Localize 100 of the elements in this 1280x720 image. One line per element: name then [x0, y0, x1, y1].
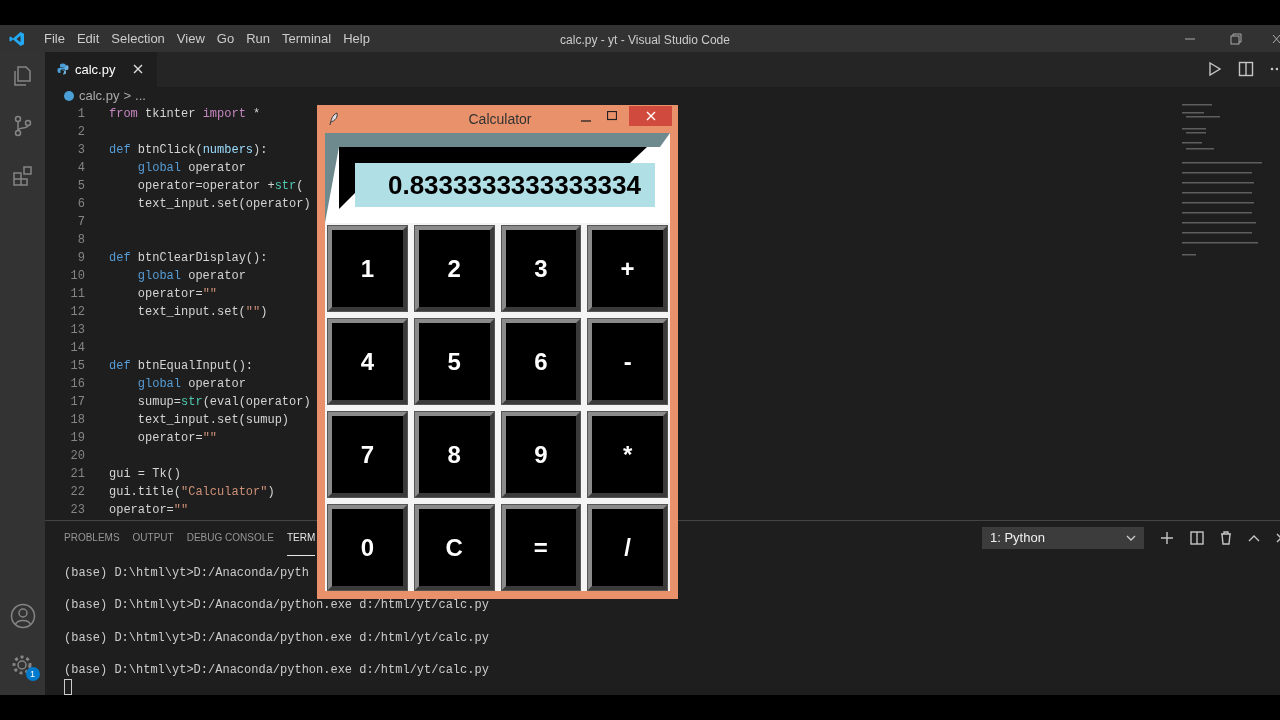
line-number: 23	[69, 501, 85, 519]
line-number: 15	[69, 357, 85, 375]
terminal-line: (base) D:\html\yt>D:/Anaconda/python.exe d:/html/yt/calc.py	[64, 629, 490, 647]
window-title: calc.py - yt - Visual Studio Code	[559, 32, 731, 49]
terminal-select[interactable]: 1: Python	[982, 527, 1144, 549]
calculator-key[interactable]: 5	[414, 319, 494, 404]
menu-item[interactable]: File	[39, 28, 70, 49]
split-editor-icon[interactable]	[1238, 61, 1254, 78]
code-line: text_input.set("")	[136, 303, 268, 321]
code-line: global operator	[136, 375, 246, 393]
code-line: operator=""	[109, 501, 189, 519]
panel-tab[interactable]: PROBLEMS	[64, 520, 120, 556]
line-number: 20	[69, 447, 85, 465]
close-icon[interactable]	[1272, 32, 1280, 45]
calculator-key[interactable]: 3	[501, 226, 581, 311]
calculator-key[interactable]: 2	[414, 226, 494, 311]
menu-item[interactable]: Run	[241, 28, 275, 49]
line-number: 5	[76, 177, 85, 195]
python-file-icon	[63, 89, 75, 102]
code-line: sumup=str(eval(operator)	[136, 393, 311, 411]
line-number: 9	[76, 249, 85, 267]
line-number: 16	[69, 375, 85, 393]
editor-tab[interactable]: calc.py	[45, 52, 157, 87]
chevron-down-icon	[1126, 535, 1136, 541]
account-icon[interactable]	[9, 603, 36, 629]
breadcrumb-item[interactable]: ...	[135, 86, 146, 106]
code-line: def btnClearDisplay():	[109, 249, 268, 267]
terminal-line: (base) D:\html\yt>D:/Anaconda/python.exe d:/html/yt/calc.py	[64, 597, 490, 614]
app-logo-icon	[9, 30, 25, 47]
menu-item[interactable]: Go	[211, 28, 240, 49]
line-number: 8	[76, 231, 85, 249]
line-number: 11	[69, 285, 85, 303]
menu-item[interactable]: Terminal	[277, 28, 337, 49]
display-field: 0.8333333333333334	[355, 163, 655, 207]
line-number: 22	[69, 483, 85, 501]
menu-item[interactable]: Edit	[71, 28, 105, 49]
line-number: 3	[76, 141, 85, 159]
code-line: gui.title("Calculator")	[109, 483, 275, 501]
trash-icon[interactable]	[1220, 531, 1232, 545]
calculator-key[interactable]: /	[588, 505, 667, 590]
line-number: 10	[69, 267, 85, 285]
maximize-icon[interactable]	[607, 111, 617, 121]
code-line: def btnEqualInput():	[109, 357, 254, 375]
calculator-key[interactable]: 7	[328, 412, 407, 497]
line-number: 4	[76, 159, 85, 177]
line-number: 21	[69, 465, 85, 483]
restore-icon[interactable]	[1230, 32, 1242, 45]
line-number: 7	[76, 213, 85, 231]
line-number: 19	[69, 429, 85, 447]
panel-tab[interactable]: TERM	[286, 520, 316, 556]
close-icon[interactable]	[133, 64, 143, 75]
line-number: 18	[69, 411, 85, 429]
run-icon[interactable]	[1208, 61, 1222, 78]
calculator-key[interactable]: 6	[501, 319, 581, 404]
calculator-key[interactable]: 0	[328, 505, 407, 590]
calculator-key[interactable]: 1	[328, 226, 407, 311]
menu-item[interactable]: Help	[338, 28, 375, 49]
panel-tab[interactable]: OUTPUT	[132, 520, 174, 556]
close-icon	[645, 111, 656, 121]
menu-item[interactable]: View	[171, 28, 210, 49]
line-number: 13	[69, 321, 85, 339]
panel-tab[interactable]: DEBUG CONSOLE	[186, 520, 274, 556]
code-line: global operator	[136, 159, 246, 177]
calculator-title: Calculator	[467, 109, 533, 129]
chevron-up-icon[interactable]	[1248, 534, 1260, 542]
calculator-key[interactable]: -	[588, 319, 667, 404]
breadcrumb-item[interactable]: calc.py	[79, 86, 120, 106]
terminal-cursor	[64, 679, 72, 695]
terminal-line: (base) D:\html\yt>D:/Anaconda/pyth	[64, 564, 310, 582]
line-number: 17	[69, 393, 85, 411]
calculator-key[interactable]: +	[588, 226, 667, 311]
line-number: 1	[76, 105, 85, 123]
calculator-key[interactable]: 9	[501, 412, 581, 497]
code-line: text_input.set(sumup)	[136, 411, 290, 429]
feather-icon	[329, 112, 339, 126]
code-line: operator=operator +str(	[136, 177, 304, 195]
line-number: 2	[76, 123, 85, 141]
menu-item[interactable]: Selection	[106, 28, 170, 49]
more-icon[interactable]	[1270, 67, 1278, 72]
code-line: operator=""	[136, 429, 218, 447]
line-number: 6	[76, 195, 85, 213]
split-terminal-icon[interactable]	[1190, 531, 1204, 545]
calculator-key[interactable]: 4	[328, 319, 407, 404]
line-number: 12	[69, 303, 85, 321]
code-line: operator=""	[136, 285, 218, 303]
breadcrumb-item[interactable]: >	[123, 86, 132, 106]
calculator-key[interactable]: =	[501, 505, 581, 590]
calculator-key[interactable]: *	[588, 412, 667, 497]
code-line: text_input.set(operator)	[136, 195, 311, 213]
code-line: def btnClick(numbers):	[109, 141, 268, 159]
python-file-icon	[57, 63, 69, 76]
code-line: gui = Tk()	[109, 465, 181, 483]
calculator-key[interactable]: 8	[414, 412, 494, 497]
calculator-key[interactable]: C	[414, 505, 494, 590]
terminal-line: (base) D:\html\yt>D:/Anaconda/python.exe d:/html/yt/calc.py	[64, 662, 490, 679]
notification-badge: 1	[25, 667, 40, 681]
extensions-icon[interactable]	[10, 164, 35, 188]
plus-icon[interactable]	[1160, 531, 1174, 545]
code-line: global operator	[136, 267, 246, 285]
code-line: from tkinter import *	[109, 105, 261, 123]
